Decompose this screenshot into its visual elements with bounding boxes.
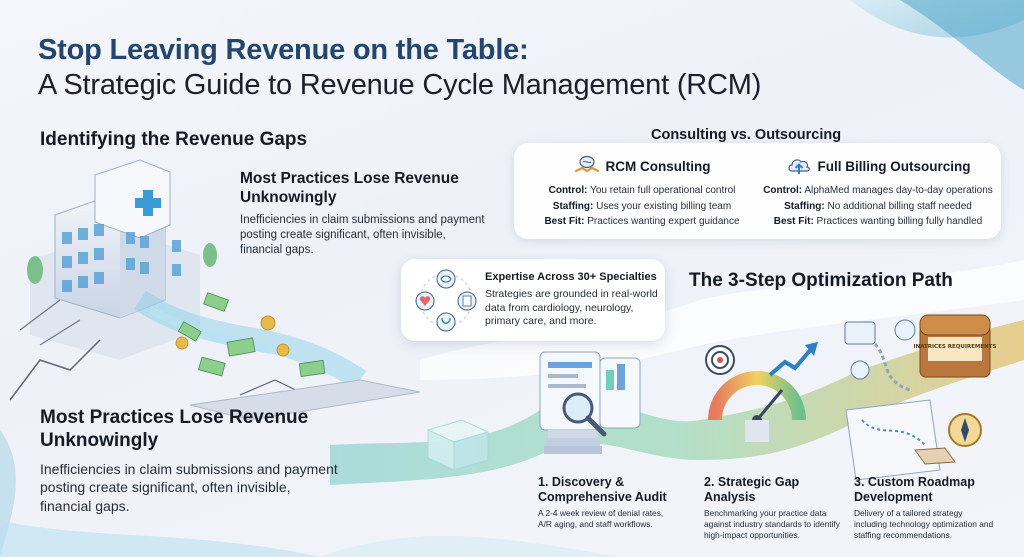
revenue-loss-heading-top: Most Practices Lose Revenue Unknowingly — [240, 170, 459, 206]
glass-cube — [426, 419, 490, 471]
page-title-line2: A Strategic Guide to Revenue Cycle Manag… — [38, 69, 762, 101]
outsourcing-control: Control: AlphaMed manages day-to-day ope… — [763, 185, 993, 196]
revenue-loss-body-top: Inefficiencies in claim submissions and … — [240, 214, 485, 256]
optimization-path-title: The 3-Step Optimization Path — [689, 270, 953, 291]
step-1-desc: A 2-4 week review of denial rates, A/R a… — [538, 508, 664, 529]
page-title-line1: Stop Leaving Revenue on the Table: — [38, 34, 529, 66]
specialties-title: Expertise Across 30+ Specialties — [485, 271, 657, 283]
outsourcing-staffing: Staffing: No additional billing staff ne… — [784, 200, 972, 212]
comparison-title: Consulting vs. Outsourcing — [651, 127, 842, 143]
outsourcing-column: Full Billing Outsourcing Control: AlphaM… — [760, 155, 996, 230]
consulting-label: RCM Consulting — [605, 158, 711, 174]
consulting-best-fit: Best Fit: Practices wanting expert guida… — [544, 216, 740, 227]
consulting-staffing: Staffing: Uses your existing billing tea… — [552, 200, 732, 212]
consulting-column: RCM Consulting Control: You retain full … — [528, 155, 756, 230]
step-3-title: 3. Custom Roadmap Development — [854, 475, 975, 504]
specialties-card: Expertise Across 30+ Specialties Strateg… — [401, 259, 665, 341]
outsourcing-label: Full Billing Outsourcing — [817, 158, 971, 174]
revenue-loss-body-bottom: Inefficiencies in claim submissions and … — [40, 461, 338, 514]
step-3-desc: Delivery of a tailored strategy includin… — [854, 508, 994, 540]
stethoscope-icon — [436, 312, 456, 332]
step-1-title: 1. Discovery & Comprehensive Audit — [538, 475, 667, 504]
brain-icon — [436, 269, 456, 289]
revenue-loss-heading-bottom: Most Practices Lose Revenue Unknowingly — [40, 407, 309, 452]
step-2-desc: Benchmarking your practice data against … — [704, 508, 840, 540]
handshake-brain-icon — [574, 155, 599, 173]
outsourcing-best-fit: Best Fit: Practices wanting billing full… — [773, 216, 983, 227]
chest-label-line1: INATRICES REQUIREMENTS — [914, 344, 997, 350]
revenue-gaps-heading: Identifying the Revenue Gaps — [40, 129, 308, 150]
specialties-body: Strategies are grounded in real-world da… — [485, 288, 658, 328]
step-2-title: 2. Strategic Gap Analysis — [704, 475, 800, 504]
consulting-control: Control: You retain full operational con… — [548, 185, 736, 196]
comparison-panel: RCM Consulting Control: You retain full … — [514, 143, 1001, 239]
specialties-icon-cluster — [415, 269, 477, 332]
cloud-upload-icon — [787, 159, 810, 174]
